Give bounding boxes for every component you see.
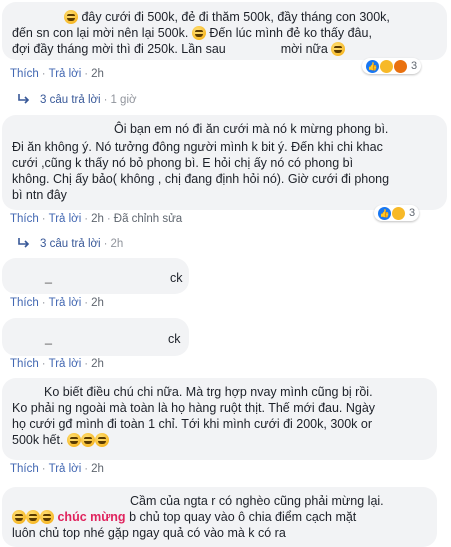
comment-text: đây cưới đi 500k, đẻ đi thăm 500k, đầy t… [81,10,390,24]
like-reaction-icon: 👍 [378,206,391,220]
reply-count[interactable]: 3 câu trả lời [40,94,101,106]
reply-count[interactable]: 3 câu trả lời [40,238,101,250]
reply-arrow-icon [18,238,30,248]
comment-text: đợi đầy tháng mời thì đi 250k. Lần sau [12,42,226,56]
laughing-emoji-icon [12,510,26,524]
reply-link[interactable]: Trả lời [49,463,82,475]
comment-actions: Thích · Trả lời · 2h · Đã chỉnh sửa [10,213,183,225]
like-link[interactable]: Thích [10,68,39,80]
reaction-count: 3 [411,60,418,72]
like-link[interactable]: Thích [10,358,39,370]
comment-bubble: Cầm của ngta r có nghèo cũng phải mừng l… [2,487,437,547]
comment-time: 2h [91,297,104,309]
like-reaction-icon: 👍 [366,59,379,73]
comment-text: Cầm của ngta r có nghèo cũng phải mừng l… [130,494,384,508]
laughing-emoji-icon [66,433,81,447]
comment-text: ck [170,271,183,285]
reaction-summary[interactable]: 👍 3 [374,205,420,221]
comment-bubble: _ ck [2,258,189,294]
comment-bubble: đây cưới đi 500k, đẻ đi thăm 500k, đầy t… [2,2,447,60]
highlighted-text: chúc mừng [57,510,126,524]
reply-link[interactable]: Trả lời [49,213,82,225]
like-link[interactable]: Thích [10,463,39,475]
comment-time: 2h [91,213,104,225]
comment-text: cưới ,cũng k thấy nó bỏ phong bì. E hỏi … [12,156,354,170]
comment-time: 2h [91,358,104,370]
view-replies-link[interactable]: 3 câu trả lời · 1 giờ [18,94,137,106]
laughing-emoji-icon [80,433,95,447]
comment-text: Đi ăn không ý. Nó tưởng đông người mình … [12,140,383,154]
like-link[interactable]: Thích [10,213,39,225]
comment-text: b chủ top quay vào ô chia điểm cạch mặt [129,510,357,524]
reply-time: 1 giờ [110,94,137,106]
comment-text: Ôi bạn em nó đi ăn cưới mà nó k mừng pho… [114,122,389,136]
comment-text: _ [45,270,52,284]
reply-time: 2h [110,238,124,250]
comment-text: không. Chị ấy bảo( không , chị đang định… [12,172,390,186]
reply-link[interactable]: Trả lời [49,358,82,370]
reaction-count: 3 [409,207,416,219]
angry-reaction-icon [394,59,407,73]
comment-text: mời nữa [280,42,328,56]
comment-text: _ [45,331,52,345]
laughing-emoji-icon [191,26,206,40]
comment-time: 2h [91,68,104,80]
comment-text: 500k hết. [12,433,64,447]
haha-reaction-icon [380,59,393,73]
reply-arrow-icon [18,94,30,104]
comment-text: Ko phải ng ngoài mà toàn là họ hàng ruột… [12,401,376,415]
comment-text: Ko biết điều chú chi nữa. Mà trg hợp nva… [44,385,373,399]
comment-text: ck [168,332,181,346]
reply-link[interactable]: Trả lời [49,297,82,309]
comment-bubble: Ôi bạn em nó đi ăn cưới mà nó k mừng pho… [2,115,447,210]
comment-time: 2h [91,463,104,475]
like-link[interactable]: Thích [10,297,39,309]
comment-text: họ cưới gđ mình đi toàn 1 chỉ. Tới khi m… [12,417,373,431]
reaction-summary[interactable]: 👍 3 [362,58,422,74]
comment-actions: Thích · Trả lời · 2h [10,463,104,475]
comment-actions: Thích · Trả lời · 2h [10,68,104,80]
laughing-emoji-icon [26,510,40,524]
comment-bubble: _ ck [2,318,189,356]
comment-actions: Thích · Trả lời · 2h [10,358,104,370]
edited-label: Đã chỉnh sửa [113,213,183,225]
unamused-emoji-icon [331,42,346,56]
comment-text: Đến lúc mình đẻ ko thấy đâu, [209,26,372,40]
laughing-emoji-icon [64,10,78,24]
laughing-emoji-icon [40,510,54,524]
laughing-emoji-icon [94,433,109,447]
comment-text: bì ntn đây [12,188,67,202]
comment-text: luôn chủ top nhé gặp ngay quả có vào mà … [12,526,286,540]
comment-bubble: Ko biết điều chú chi nữa. Mà trg hợp nva… [2,378,437,460]
comment-text: đến sn con lại mời nên lại 500k. [12,26,189,40]
comment-actions: Thích · Trả lời · 2h [10,297,104,309]
haha-reaction-icon [392,206,405,220]
reply-link[interactable]: Trả lời [49,68,82,80]
view-replies-link[interactable]: 3 câu trả lời · 2h [18,238,123,250]
